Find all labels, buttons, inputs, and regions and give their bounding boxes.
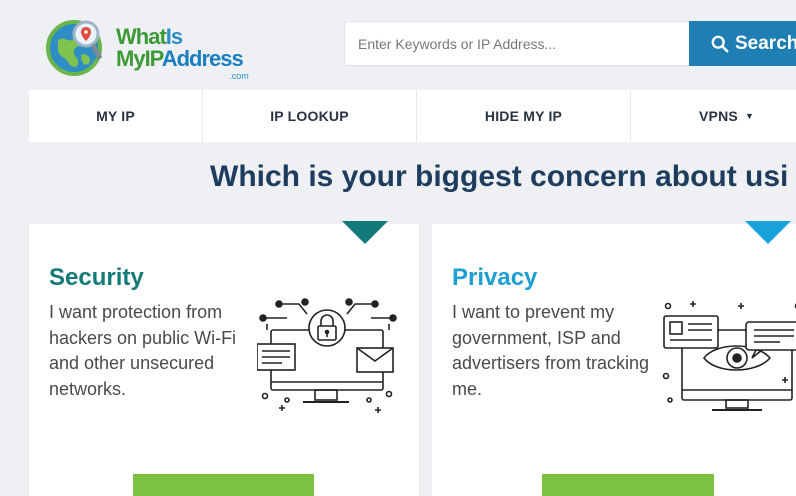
privacy-illustration-icon <box>662 301 796 411</box>
main-nav: MY IP IP LOOKUP HIDE MY IP VPNS ▼ <box>29 90 796 142</box>
search-icon <box>711 35 729 52</box>
logo-wordmark: WhatIs MyIPAddress .com <box>116 24 249 81</box>
privacy-card: Privacy I want to prevent my government,… <box>432 224 796 496</box>
card-description: I want to prevent my government, ISP and… <box>452 302 650 399</box>
privacy-card-indicator <box>745 221 791 244</box>
caret-down-icon: ▼ <box>744 111 755 121</box>
site-logo[interactable]: WhatIs MyIPAddress .com <box>44 14 264 81</box>
search-input[interactable] <box>344 21 690 66</box>
privacy-cta-button[interactable] <box>542 474 714 496</box>
security-cta-button[interactable] <box>133 474 314 496</box>
search-button-label: Search <box>735 32 796 54</box>
security-illustration-icon <box>257 298 397 413</box>
globe-logo-icon <box>46 20 102 76</box>
nav-item-ip-lookup[interactable]: IP LOOKUP <box>203 90 417 142</box>
card-description: I want protection from hackers on public… <box>49 302 237 399</box>
card-title: Privacy <box>452 264 538 291</box>
nav-item-vpns[interactable]: VPNS ▼ <box>631 90 796 142</box>
nav-item-hide-my-ip[interactable]: HIDE MY IP <box>417 90 631 142</box>
search-button[interactable]: Search <box>689 21 796 66</box>
security-card: Security I want protection from hackers … <box>29 224 419 496</box>
page-heading: Which is your biggest concern about usi <box>210 160 789 193</box>
security-card-indicator <box>342 221 388 244</box>
nav-item-my-ip[interactable]: MY IP <box>29 90 203 142</box>
card-title: Security <box>49 264 144 291</box>
